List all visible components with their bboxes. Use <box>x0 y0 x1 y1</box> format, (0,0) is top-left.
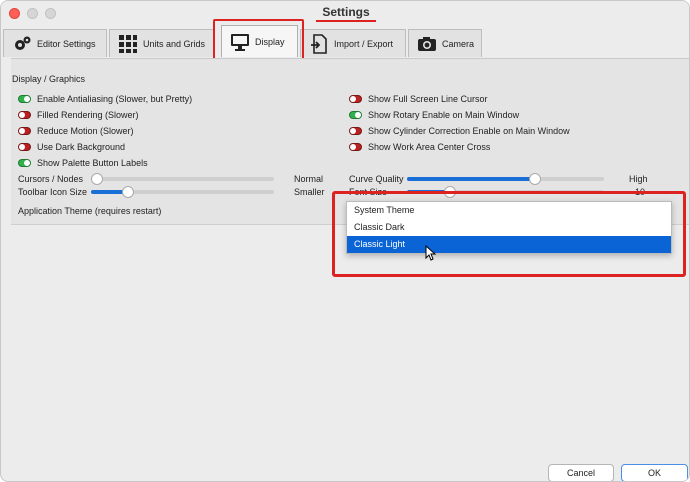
toggle-on-icon[interactable] <box>349 111 362 119</box>
option-enable-antialiasing[interactable]: Enable Antialiasing (Slower, but Pretty) <box>18 93 192 105</box>
toggle-off-icon[interactable] <box>349 95 362 103</box>
option-label: Show Palette Button Labels <box>37 158 148 168</box>
toggle-on-icon[interactable] <box>18 95 31 103</box>
tab-camera[interactable]: Camera <box>408 29 482 57</box>
option-label: Show Rotary Enable on Main Window <box>368 110 520 120</box>
slider-knob[interactable] <box>122 186 134 198</box>
tab-label: Camera <box>442 38 475 49</box>
slider-knob[interactable] <box>529 173 541 185</box>
theme-option-classic-dark[interactable]: Classic Dark <box>347 219 671 236</box>
cursors-nodes-label: Cursors / Nodes <box>18 174 84 184</box>
curve-quality-value: High <box>629 174 648 184</box>
curve-quality-label: Curve Quality <box>349 174 404 184</box>
option-show-palette-button-labels[interactable]: Show Palette Button Labels <box>18 157 148 169</box>
settings-window: Settings Editor Settings Units and Grids… <box>0 0 690 482</box>
import-export-icon <box>309 33 329 54</box>
tab-label: Import / Export <box>334 38 394 49</box>
section-title: Display / Graphics <box>12 74 86 84</box>
option-reduce-motion[interactable]: Reduce Motion (Slower) <box>18 125 134 137</box>
tab-label: Units and Grids <box>143 38 206 49</box>
tab-label: Editor Settings <box>37 38 96 49</box>
toggle-off-icon[interactable] <box>18 143 31 151</box>
toolbar-icon-size-slider[interactable] <box>91 186 274 198</box>
toggle-off-icon[interactable] <box>18 111 31 119</box>
mouse-pointer-icon <box>425 244 437 263</box>
option-show-full-screen-line-cursor[interactable]: Show Full Screen Line Cursor <box>349 93 488 105</box>
option-show-rotary-enable[interactable]: Show Rotary Enable on Main Window <box>349 109 519 121</box>
grid-icon <box>118 34 138 54</box>
option-label: Filled Rendering (Slower) <box>37 110 139 120</box>
camera-icon <box>417 34 437 54</box>
tab-units-and-grids[interactable]: Units and Grids <box>109 29 215 57</box>
toggle-off-icon[interactable] <box>349 143 362 151</box>
option-label: Enable Antialiasing (Slower, but Pretty) <box>37 94 193 104</box>
title-highlight-underline <box>316 20 376 22</box>
option-label: Use Dark Background <box>37 142 126 152</box>
cursors-nodes-value: Normal <box>294 174 324 184</box>
option-label: Show Cylinder Correction Enable on Main … <box>368 126 570 136</box>
ok-button[interactable]: OK <box>621 464 688 481</box>
slider-fill <box>407 177 535 181</box>
theme-dropdown-list[interactable]: System Theme Classic Dark Classic Light <box>346 201 672 254</box>
toggle-on-icon[interactable] <box>18 159 31 167</box>
curve-quality-slider[interactable] <box>407 173 604 185</box>
gears-icon <box>12 34 32 54</box>
option-show-cylinder-correction[interactable]: Show Cylinder Correction Enable on Main … <box>349 125 570 137</box>
tab-bar: Editor Settings Units and Grids Display … <box>1 25 689 58</box>
cursors-nodes-slider[interactable] <box>91 173 274 185</box>
option-label: Show Full Screen Line Cursor <box>368 94 488 104</box>
display-tab-highlight-box <box>213 19 304 63</box>
toolbar-icon-size-value: Smaller <box>294 187 325 197</box>
theme-option-classic-light[interactable]: Classic Light <box>347 236 671 253</box>
cancel-button[interactable]: Cancel <box>548 464 614 481</box>
toggle-off-icon[interactable] <box>349 127 362 135</box>
option-label: Reduce Motion (Slower) <box>37 126 134 136</box>
tab-import-export[interactable]: Import / Export <box>300 29 406 57</box>
slider-knob[interactable] <box>91 173 103 185</box>
toggle-off-icon[interactable] <box>18 127 31 135</box>
option-label: Show Work Area Center Cross <box>368 142 491 152</box>
title-bar: Settings <box>1 1 689 25</box>
option-use-dark-background[interactable]: Use Dark Background <box>18 141 125 153</box>
toolbar-icon-size-label: Toolbar Icon Size <box>18 187 88 197</box>
theme-option-system-theme[interactable]: System Theme <box>347 202 671 219</box>
option-filled-rendering[interactable]: Filled Rendering (Slower) <box>18 109 139 121</box>
tab-editor-settings[interactable]: Editor Settings <box>3 29 107 57</box>
window-title: Settings <box>322 5 370 19</box>
option-show-work-area-center-cross[interactable]: Show Work Area Center Cross <box>349 141 490 153</box>
application-theme-label: Application Theme (requires restart) <box>18 206 162 216</box>
